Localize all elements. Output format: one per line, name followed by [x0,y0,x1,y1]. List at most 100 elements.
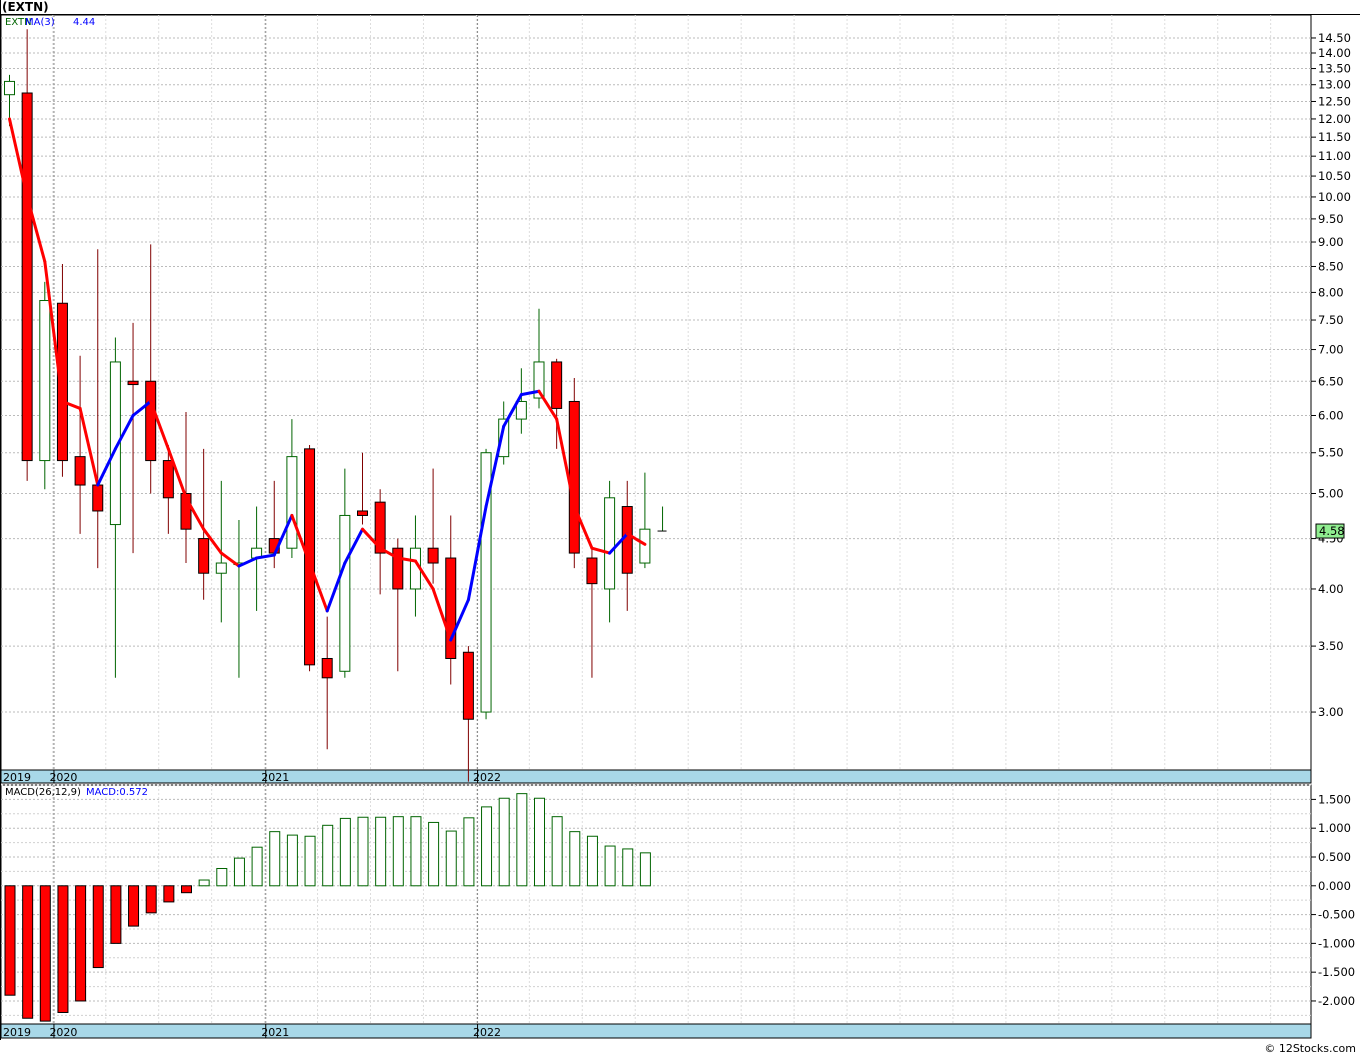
price-tick-label: 9.00 [1318,235,1344,249]
macd-tick-label: 0.500 [1318,850,1351,864]
macd-tick-label: 1.000 [1318,821,1351,835]
candle-body [568,400,580,554]
macd-bar [375,816,387,887]
price-tick-label: 7.50 [1318,313,1344,327]
ma-segment [237,556,259,568]
macd-year-label: 2019 [3,1026,31,1039]
macd-bar [92,885,104,969]
price-legend-ma-label: MA(3) [25,17,55,28]
candle-body [215,562,227,574]
candle [586,548,598,678]
macd-bar [322,824,334,887]
macd-bar [410,816,422,887]
price-date-band [0,769,1312,784]
candle-body [162,460,174,499]
price-tick-label: 12.50 [1318,94,1351,108]
candle-body [604,497,616,590]
price-tick-label: 10.50 [1318,169,1351,183]
price-tick-label: 14.50 [1318,31,1351,45]
macd-bar [163,885,175,903]
macd-year-label: 2021 [261,1026,289,1039]
price-year-label: 2022 [473,771,501,784]
macd-bar [181,885,192,894]
candle-body [21,92,33,462]
candle [445,515,457,685]
macd-bar [57,885,69,1013]
macd-bar [516,793,528,887]
macd-bar [357,816,369,887]
macd-year-label: 2022 [473,1026,501,1039]
candle [462,646,474,782]
candle-body [445,557,457,660]
candle-body [339,514,351,672]
macd-bar [551,816,563,887]
macd-bar [604,845,616,887]
macd-bar [269,831,281,887]
price-tick-label: 11.00 [1318,149,1351,163]
candle [357,452,368,525]
macd-tick-label: -1.000 [1318,936,1355,950]
macd-bar [534,797,545,887]
candle-body [286,456,298,549]
macd-bar [481,806,493,887]
macd-bar [586,835,598,887]
candle [304,445,316,672]
candle-body [639,528,651,564]
price-tick-label: 7.00 [1318,343,1344,357]
candle [657,506,667,532]
macd-bar [428,821,440,887]
macd-legend-value: MACD:0.572 [86,787,148,798]
macd-bar [569,831,581,887]
price-tick-label: 8.50 [1318,259,1344,273]
candle [639,472,651,569]
candle [233,519,245,678]
candle [21,29,33,481]
candle-body [127,380,139,386]
price-tick-label: 5.50 [1318,446,1344,460]
macd-bar [498,797,510,887]
candle [109,337,121,678]
price-tick-label: 6.50 [1318,374,1344,388]
price-tick-label: 9.50 [1318,212,1344,226]
price-year-label: 2021 [261,771,289,784]
candle-body [92,484,104,512]
price-panel-frame [0,14,1312,771]
candle-body [551,361,563,409]
price-tick-label: 5.00 [1318,487,1344,501]
macd-bar [75,885,87,1002]
candle-body [392,547,404,590]
last-price-label: 4.58 [1319,524,1345,538]
price-tick-label: 3.50 [1318,639,1344,653]
candle [568,377,580,569]
candle-body [145,380,157,462]
candle [92,249,104,569]
macd-tick-label: -1.500 [1318,965,1355,979]
macd-bar [463,817,475,887]
candle-body [39,300,51,462]
macd-bar [445,830,457,887]
macd-date-band [0,1023,1312,1039]
candle-body [321,658,333,679]
macd-bar [339,817,351,887]
price-year-label: 2020 [49,771,77,784]
macd-bar [392,816,404,887]
macd-bar [22,885,34,1019]
macd-bar [110,885,122,944]
candle-body [74,456,86,486]
candle [286,419,298,559]
macd-bar [39,885,51,1022]
macd-bar [145,885,157,914]
macd-bar [4,885,16,996]
price-tick-label: 6.00 [1318,408,1344,422]
candle [127,322,139,554]
candle-body [427,547,439,564]
candle-body [357,510,368,516]
price-tick-label: 11.50 [1318,130,1351,144]
candle [374,489,386,595]
candle [321,616,333,750]
chart-canvas[interactable]: 3.003.504.004.505.005.506.006.507.007.50… [0,0,1360,1056]
candle-body [4,80,15,96]
candle-body [515,400,527,420]
macd-bar [251,846,263,887]
price-tick-label: 13.50 [1318,62,1351,76]
